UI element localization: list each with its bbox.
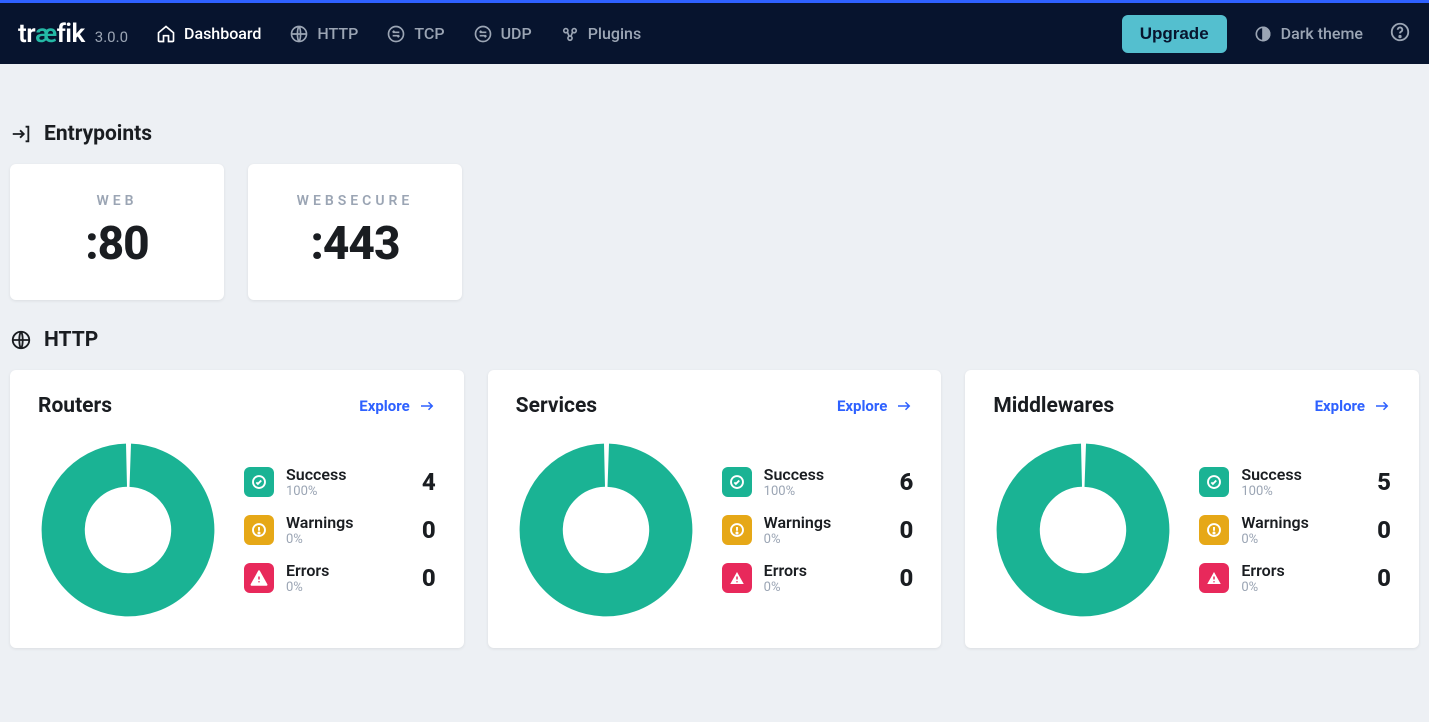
legend-row-success: Success100% 5 bbox=[1199, 465, 1391, 499]
page-content: Entrypoints WEB :80 WEBSECURE :443 HTTP … bbox=[0, 64, 1429, 688]
explore-label: Explore bbox=[359, 397, 409, 415]
legend-row-success: Success100% 6 bbox=[722, 465, 914, 499]
http-cards-row: Routers Explore Success100% 4 bbox=[10, 370, 1419, 648]
warning-icon bbox=[722, 515, 752, 545]
success-icon bbox=[722, 467, 752, 497]
dark-theme-toggle[interactable]: Dark theme bbox=[1253, 24, 1363, 44]
error-icon bbox=[1199, 563, 1229, 593]
services-card: Services Explore Success100% 6 bbox=[488, 370, 942, 648]
routers-legend: Success100% 4 Warnings0% 0 Errors0% 0 bbox=[244, 465, 436, 595]
upgrade-button[interactable]: Upgrade bbox=[1122, 15, 1227, 53]
version-label: 3.0.0 bbox=[95, 28, 128, 46]
legend-row-success: Success100% 4 bbox=[244, 465, 436, 499]
swap-icon bbox=[473, 24, 493, 44]
home-icon bbox=[156, 24, 176, 44]
warning-icon bbox=[244, 515, 274, 545]
nav-dashboard[interactable]: Dashboard bbox=[156, 24, 261, 44]
card-title: Routers bbox=[38, 394, 112, 418]
err-count: 0 bbox=[1377, 564, 1391, 592]
nav-tcp[interactable]: TCP bbox=[386, 24, 444, 44]
globe-icon bbox=[289, 24, 309, 44]
success-count: 6 bbox=[900, 468, 914, 496]
main-nav: Dashboard HTTP TCP UDP Plugins bbox=[156, 24, 641, 44]
nav-http[interactable]: HTTP bbox=[289, 24, 358, 44]
section-header-entrypoints: Entrypoints bbox=[10, 122, 1419, 146]
nav-label: TCP bbox=[414, 24, 444, 43]
services-legend: Success100% 6 Warnings0% 0 Errors0% 0 bbox=[722, 465, 914, 595]
legend-row-errors: Errors0% 0 bbox=[244, 561, 436, 595]
nav-label: Plugins bbox=[588, 24, 641, 43]
error-icon bbox=[244, 563, 274, 593]
error-icon bbox=[722, 563, 752, 593]
success-icon bbox=[1199, 467, 1229, 497]
legend-row-errors: Errors0% 0 bbox=[1199, 561, 1391, 595]
explore-link[interactable]: Explore bbox=[359, 397, 435, 415]
swap-icon bbox=[386, 24, 406, 44]
middlewares-card: Middlewares Explore Success100% 5 bbox=[965, 370, 1419, 648]
entrypoint-name: WEBSECURE bbox=[297, 193, 414, 209]
routers-donut-chart bbox=[38, 440, 218, 620]
middlewares-donut-chart bbox=[993, 440, 1173, 620]
explore-label: Explore bbox=[837, 397, 887, 415]
section-title: Entrypoints bbox=[44, 122, 152, 146]
services-donut-chart bbox=[516, 440, 696, 620]
warn-count: 0 bbox=[900, 516, 914, 544]
arrow-right-icon bbox=[1373, 397, 1391, 415]
nav-label: Dashboard bbox=[184, 24, 261, 43]
legend-row-errors: Errors0% 0 bbox=[722, 561, 914, 595]
arrow-right-icon bbox=[895, 397, 913, 415]
err-count: 0 bbox=[900, 564, 914, 592]
section-title: HTTP bbox=[44, 328, 98, 352]
entrypoint-card-web[interactable]: WEB :80 bbox=[10, 164, 224, 300]
help-icon[interactable] bbox=[1389, 21, 1411, 47]
nav-label: UDP bbox=[501, 24, 532, 43]
success-count: 5 bbox=[1377, 468, 1391, 496]
top-navbar: træfik 3.0.0 Dashboard HTTP TCP UDP Plug… bbox=[0, 0, 1429, 64]
card-title: Middlewares bbox=[993, 394, 1114, 418]
legend-row-warnings: Warnings0% 0 bbox=[244, 513, 436, 547]
arrow-right-icon bbox=[418, 397, 436, 415]
globe-icon bbox=[10, 329, 32, 351]
err-count: 0 bbox=[422, 564, 436, 592]
routers-card: Routers Explore Success100% 4 bbox=[10, 370, 464, 648]
entrypoint-card-websecure[interactable]: WEBSECURE :443 bbox=[248, 164, 462, 300]
brand-text: træfik bbox=[18, 19, 85, 49]
legend-row-warnings: Warnings0% 0 bbox=[722, 513, 914, 547]
warning-icon bbox=[1199, 515, 1229, 545]
middlewares-legend: Success100% 5 Warnings0% 0 Errors0% 0 bbox=[1199, 465, 1391, 595]
explore-label: Explore bbox=[1315, 397, 1365, 415]
card-title: Services bbox=[516, 394, 597, 418]
puzzle-icon bbox=[560, 24, 580, 44]
explore-link[interactable]: Explore bbox=[1315, 397, 1391, 415]
login-icon bbox=[10, 123, 32, 145]
nav-label: HTTP bbox=[317, 24, 358, 43]
brand-logo[interactable]: træfik 3.0.0 bbox=[18, 19, 128, 49]
warn-count: 0 bbox=[1377, 516, 1391, 544]
legend-row-warnings: Warnings0% 0 bbox=[1199, 513, 1391, 547]
section-header-http: HTTP bbox=[10, 328, 1419, 352]
nav-udp[interactable]: UDP bbox=[473, 24, 532, 44]
explore-link[interactable]: Explore bbox=[837, 397, 913, 415]
nav-right: Upgrade Dark theme bbox=[1122, 15, 1411, 53]
entrypoint-name: WEB bbox=[96, 193, 137, 209]
nav-plugins[interactable]: Plugins bbox=[560, 24, 641, 44]
dark-theme-label: Dark theme bbox=[1281, 24, 1363, 43]
warn-count: 0 bbox=[422, 516, 436, 544]
entrypoint-port: :443 bbox=[311, 217, 400, 271]
entrypoints-row: WEB :80 WEBSECURE :443 bbox=[10, 164, 1419, 300]
success-icon bbox=[244, 467, 274, 497]
entrypoint-port: :80 bbox=[85, 217, 148, 271]
contrast-icon bbox=[1253, 24, 1273, 44]
success-count: 4 bbox=[422, 468, 436, 496]
